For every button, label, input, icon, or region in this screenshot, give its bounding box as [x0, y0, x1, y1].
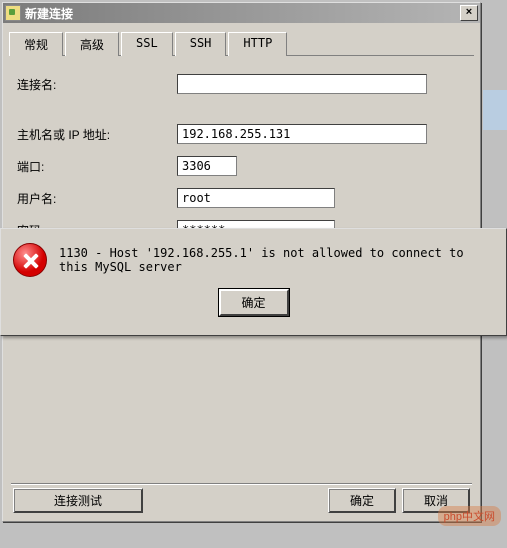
- app-icon: [5, 5, 21, 21]
- port-input[interactable]: [177, 156, 237, 176]
- user-label: 用户名:: [17, 190, 177, 207]
- port-label: 端口:: [17, 158, 177, 175]
- error-icon: [13, 243, 47, 277]
- error-dialog: 1130 - Host '192.168.255.1' is not allow…: [0, 228, 507, 336]
- host-label: 主机名或 IP 地址:: [17, 126, 177, 143]
- error-message: 1130 - Host '192.168.255.1' is not allow…: [59, 246, 494, 274]
- close-icon[interactable]: ×: [460, 5, 478, 21]
- tab-http[interactable]: HTTP: [228, 32, 287, 56]
- ok-button[interactable]: 确定: [328, 488, 396, 513]
- user-input[interactable]: [177, 188, 335, 208]
- watermark: php中文网: [438, 506, 501, 526]
- separator: [11, 483, 472, 485]
- connection-name-label: 连接名:: [17, 76, 177, 93]
- tab-ssl[interactable]: SSL: [121, 32, 173, 56]
- tab-ssh[interactable]: SSH: [175, 32, 227, 56]
- bottom-bar: 连接测试 确定 取消: [13, 488, 470, 513]
- host-input[interactable]: [177, 124, 427, 144]
- background-strip: [483, 90, 507, 130]
- error-ok-button[interactable]: 确定: [219, 289, 289, 316]
- tab-advanced[interactable]: 高级: [65, 32, 119, 56]
- connection-name-input[interactable]: [177, 74, 427, 94]
- titlebar: 新建连接 ×: [3, 3, 480, 23]
- tab-general[interactable]: 常规: [9, 32, 63, 56]
- window-title: 新建连接: [25, 5, 460, 22]
- test-connection-button[interactable]: 连接测试: [13, 488, 143, 513]
- tab-bar: 常规 高级 SSL SSH HTTP: [9, 31, 474, 56]
